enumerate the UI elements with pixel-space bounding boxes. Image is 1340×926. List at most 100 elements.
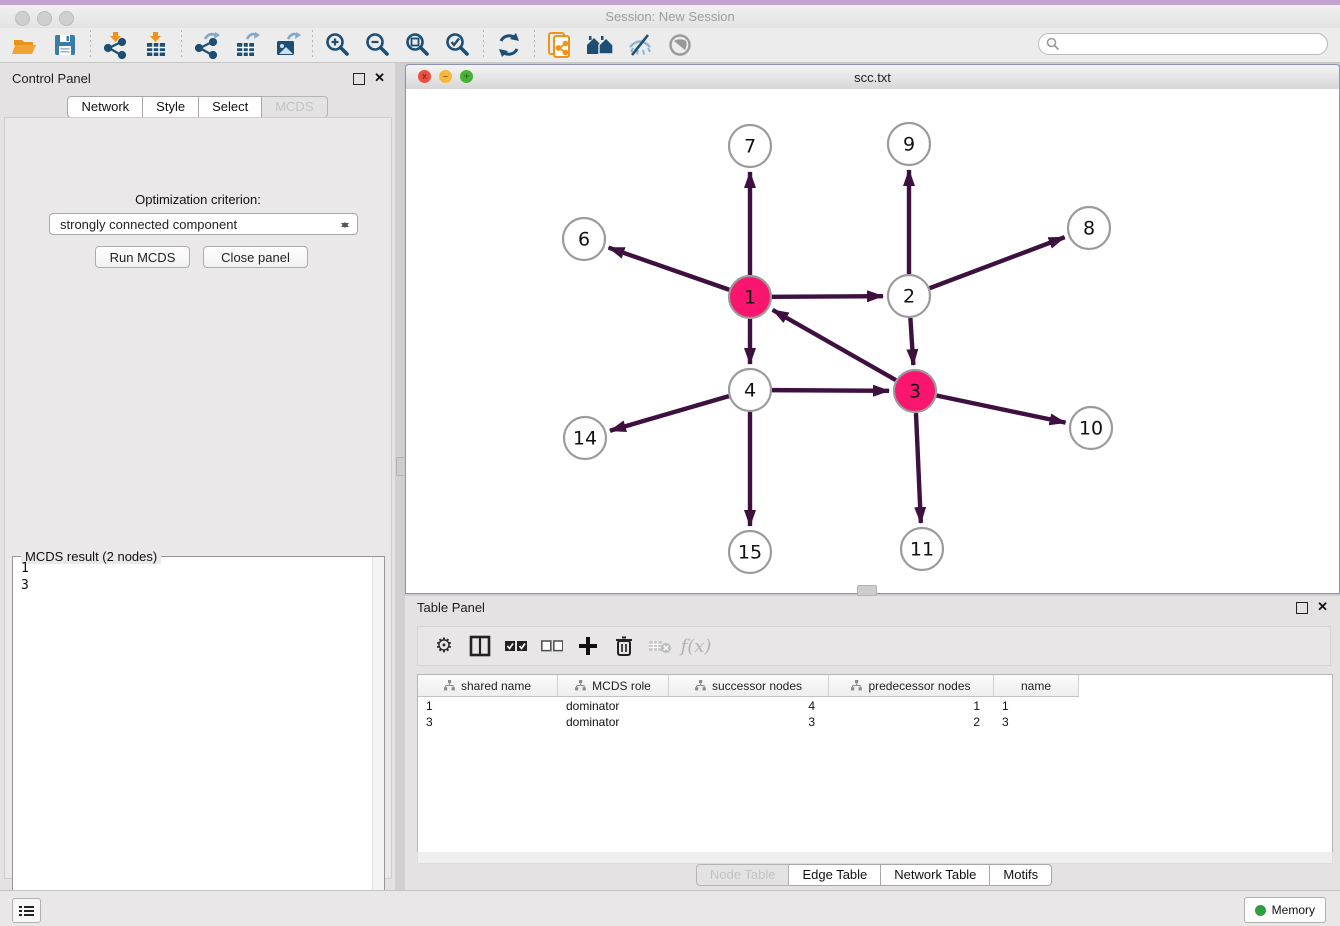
export-table-icon[interactable] (230, 30, 264, 60)
table-row[interactable]: 1dominator411 (418, 698, 1079, 714)
graph-edge-4-3[interactable] (772, 390, 889, 391)
zoom-selected-icon[interactable] (441, 30, 475, 60)
graph-edge-1-2[interactable] (772, 296, 883, 297)
float-panel-icon[interactable] (353, 73, 365, 85)
graph-node-11[interactable]: 11 (901, 528, 943, 570)
tab-mcds[interactable]: MCDS (262, 96, 327, 118)
open-file-icon[interactable] (8, 30, 42, 60)
horizontal-splitter-grip[interactable] (857, 585, 877, 596)
import-table-icon[interactable] (139, 30, 173, 60)
optimization-criterion-dropdown[interactable]: strongly connected component (49, 213, 358, 235)
memory-status-icon (1255, 905, 1266, 916)
graph-node-7[interactable]: 7 (729, 125, 771, 167)
run-mcds-button[interactable]: Run MCDS (95, 246, 190, 268)
delete-column-icon[interactable] (606, 631, 642, 661)
graph-edge-3-10[interactable] (937, 396, 1066, 423)
graph-node-1[interactable]: 1 (729, 276, 771, 318)
search-input[interactable] (1038, 33, 1328, 55)
select-all-checks-icon[interactable] (498, 631, 534, 661)
main-toolbar (0, 28, 1340, 63)
result-line: 1 (21, 560, 29, 577)
mcds-result-box[interactable]: MCDS result (2 nodes) 13 (12, 556, 385, 926)
network-window-titlebar[interactable]: x–+ scc.txt (406, 65, 1339, 90)
tab-node-table[interactable]: Node Table (696, 864, 790, 886)
network-view-canvas[interactable]: 7 9 6 8 1 2 4 3 14 10 15 11 (406, 89, 1339, 592)
tab-style[interactable]: Style (143, 96, 199, 118)
graph-node-10[interactable]: 10 (1070, 407, 1112, 449)
zoom-fit-icon[interactable] (401, 30, 435, 60)
show-columns-icon[interactable] (462, 631, 498, 661)
zoom-in-icon[interactable] (321, 30, 355, 60)
float-panel-icon[interactable] (1296, 602, 1308, 614)
list-icon (19, 905, 34, 917)
cell: dominator (558, 698, 669, 714)
save-session-icon[interactable] (48, 30, 82, 60)
graph-node-2[interactable]: 2 (888, 275, 930, 317)
cell: 2 (829, 714, 994, 730)
table-panel-header: Table Panel ✕ (405, 600, 1340, 618)
column-header-MCDS-role[interactable]: MCDS role (558, 675, 669, 696)
column-header-shared-name[interactable]: shared name (418, 675, 558, 696)
deselect-all-checks-icon[interactable] (534, 631, 570, 661)
add-column-icon[interactable] (570, 631, 606, 661)
table-options-icon[interactable]: ⚙ (426, 631, 462, 661)
hide-selected-icon[interactable] (623, 30, 657, 60)
toolbar-separator (534, 30, 535, 60)
tab-edge-table[interactable]: Edge Table (789, 864, 881, 886)
svg-text:3: 3 (909, 381, 921, 403)
graph-edge-3-11[interactable] (916, 413, 921, 523)
graph-edge-1-6[interactable] (609, 248, 730, 290)
graph-edge-2-3[interactable] (910, 318, 913, 365)
column-header-successor-nodes[interactable]: successor nodes (669, 675, 829, 696)
svg-text:2: 2 (903, 286, 915, 308)
network-window: x–+ scc.txt 7 9 6 8 1 2 4 3 14 10 15 11 (405, 64, 1340, 594)
close-panel-button[interactable]: Close panel (203, 246, 308, 268)
close-panel-icon[interactable]: ✕ (374, 70, 385, 86)
zoom-out-icon[interactable] (361, 30, 395, 60)
graph-node-4[interactable]: 4 (729, 369, 771, 411)
graph-node-9[interactable]: 9 (888, 123, 930, 165)
toolbar-separator (181, 30, 182, 60)
mcds-result-lines: 13 (13, 560, 29, 594)
cell: 3 (418, 714, 558, 730)
tab-select[interactable]: Select (199, 96, 262, 118)
table-panel: Table Panel ✕ ⚙ f( (405, 596, 1340, 890)
svg-text:7: 7 (744, 136, 756, 158)
graph-node-8[interactable]: 8 (1068, 207, 1110, 249)
export-network-icon[interactable] (190, 30, 224, 60)
show-all-networks-icon[interactable] (583, 30, 617, 60)
result-scrollbar[interactable] (372, 557, 384, 926)
memory-button[interactable]: Memory (1244, 897, 1326, 923)
tab-network-table[interactable]: Network Table (881, 864, 990, 886)
column-header-name[interactable]: name (994, 675, 1079, 696)
graph-node-3[interactable]: 3 (894, 370, 936, 412)
graph-edge-4-14[interactable] (610, 396, 729, 431)
graph-node-15[interactable]: 15 (729, 531, 771, 573)
column-header-predecessor-nodes[interactable]: predecessor nodes (829, 675, 994, 696)
cell: 4 (669, 698, 829, 714)
tab-network[interactable]: Network (67, 96, 143, 118)
task-history-button[interactable] (12, 898, 41, 923)
graph-edge-2-8[interactable] (930, 237, 1065, 288)
show-hidden-icon[interactable] (663, 30, 697, 60)
cell: 1 (418, 698, 558, 714)
new-network-from-selection-icon[interactable] (543, 30, 577, 60)
graph-node-6[interactable]: 6 (563, 218, 605, 260)
toolbar-separator (90, 30, 91, 60)
tab-motifs[interactable]: Motifs (990, 864, 1052, 886)
apply-layout-icon[interactable] (492, 30, 526, 60)
close-panel-icon[interactable]: ✕ (1317, 599, 1328, 615)
table-row[interactable]: 3dominator323 (418, 714, 1079, 730)
application-window: Session: New Session (0, 0, 1340, 926)
control-panel-title: Control Panel (12, 71, 91, 86)
table-hscrollbar[interactable] (417, 852, 1333, 864)
svg-text:4: 4 (744, 380, 756, 402)
table-panel-title: Table Panel (417, 600, 485, 615)
node-table[interactable]: shared nameMCDS rolesuccessor nodesprede… (417, 674, 1333, 854)
export-image-icon[interactable] (270, 30, 304, 60)
graph-node-14[interactable]: 14 (564, 417, 606, 459)
import-network-icon[interactable] (99, 30, 133, 60)
graph-edge-3-1[interactable] (773, 310, 896, 380)
dropdown-stepper-icon (340, 217, 349, 233)
svg-text:8: 8 (1083, 218, 1095, 240)
